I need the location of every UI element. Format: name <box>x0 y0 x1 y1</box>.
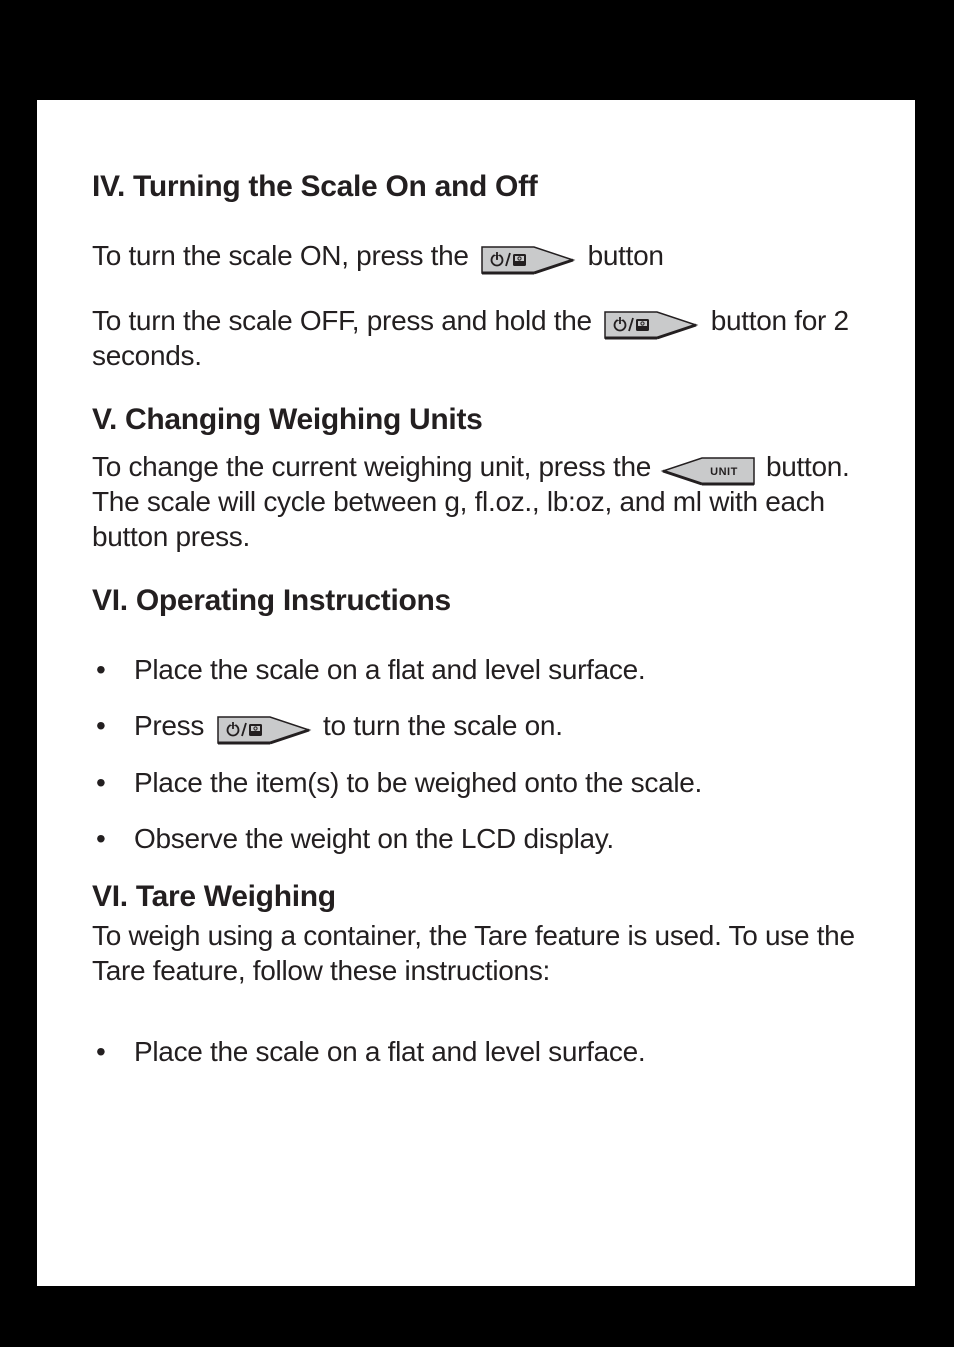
v-change-unit: To change the current weighing unit, pre… <box>92 449 860 554</box>
text: To change the current weighing unit, pre… <box>92 451 658 482</box>
text: To turn the scale OFF, press and hold th… <box>92 305 599 336</box>
list-item: Observe the weight on the LCD display. <box>92 821 860 857</box>
tare-bullets: Place the scale on a flat and level surf… <box>92 1034 860 1070</box>
list-item: Place the scale on a flat and level surf… <box>92 1034 860 1070</box>
iv-turn-on: To turn the scale ON, press the button <box>92 238 860 273</box>
power-tare-button-icon <box>603 310 699 340</box>
power-tare-button-icon <box>480 245 576 275</box>
list-item: Place the scale on a flat and level surf… <box>92 652 860 688</box>
iv-turn-off: To turn the scale OFF, press and hold th… <box>92 303 860 373</box>
list-item: Place the item(s) to be weighed onto the… <box>92 765 860 801</box>
manual-page: IV. Turning the Scale On and Off To turn… <box>37 100 915 1286</box>
text: button <box>588 240 664 271</box>
text: to turn the scale on. <box>323 710 563 741</box>
text: Press <box>134 710 212 741</box>
text: To turn the scale ON, press the <box>92 240 476 271</box>
heading-vi-tare: VI. Tare Weighing <box>92 880 860 914</box>
power-tare-button-icon <box>216 715 312 745</box>
unit-label-text: UNIT <box>711 466 739 478</box>
operating-bullets: Place the scale on a flat and level surf… <box>92 652 860 858</box>
heading-iv: IV. Turning the Scale On and Off <box>92 170 860 204</box>
list-item: Press to turn the scale on. <box>92 708 860 744</box>
heading-vi-op: VI. Operating Instructions <box>92 584 860 618</box>
heading-v: V. Changing Weighing Units <box>92 403 860 437</box>
unit-button-icon: UNIT <box>660 456 756 486</box>
tare-intro: To weigh using a container, the Tare fea… <box>92 918 860 988</box>
